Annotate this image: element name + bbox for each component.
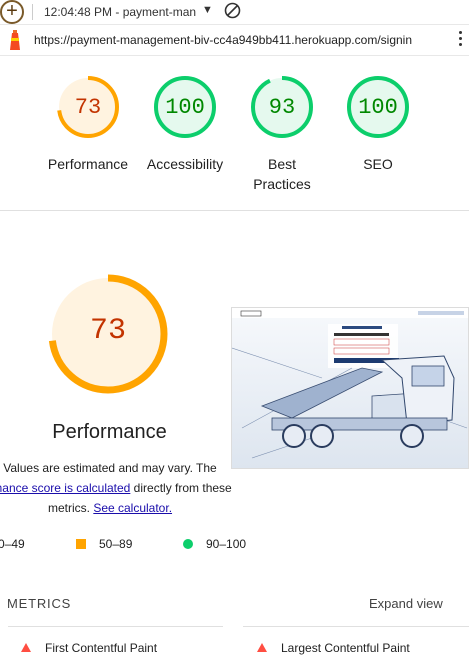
gauge-score: 93 — [268, 95, 296, 120]
url-bar: https://payment-management-biv-cc4a949bb… — [0, 26, 469, 56]
report-tab-title[interactable]: 12:04:48 PM - payment-mana — [44, 5, 196, 19]
gauge-accessibility[interactable]: 100 Accessibility — [135, 74, 235, 174]
legend-fail: 0–49 — [0, 537, 25, 551]
gauge-seo[interactable]: 100 SEO — [328, 74, 428, 174]
plus-icon[interactable]: + — [0, 0, 24, 24]
gauge-label-line: Practices — [253, 176, 311, 192]
expand-view-button[interactable]: Expand view — [369, 596, 443, 611]
final-screenshot[interactable] — [231, 307, 469, 469]
score-legend: 0–49 50–89 90–100 — [0, 537, 469, 553]
gauge-score: 73 — [74, 95, 102, 120]
gauge-label: SEO — [363, 156, 393, 172]
note-text: Values are estimated and may vary. The — [3, 461, 217, 475]
metric-largest-contentful-paint[interactable]: Largest Contentful Paint — [281, 641, 410, 655]
metric-divider — [8, 626, 223, 627]
note-text: metrics. — [47, 501, 90, 515]
note-text: directly from these — [130, 481, 232, 495]
see-calculator-link[interactable]: See calculator. — [93, 501, 172, 515]
score-calculated-link[interactable]: rmance score is calculated — [0, 481, 130, 495]
metric-divider — [243, 626, 469, 627]
toolbar: + 12:04:48 PM - payment-mana ▼ — [0, 0, 469, 25]
gauge-score: 100 — [165, 95, 205, 120]
section-divider — [0, 210, 469, 211]
gauge-performance[interactable]: 73 Performance — [38, 74, 138, 174]
truck-screenshot-image — [232, 308, 468, 459]
metrics-header: METRICS — [7, 596, 72, 611]
page-url[interactable]: https://payment-management-biv-cc4a949bb… — [34, 33, 412, 47]
gauge-best-practices[interactable]: 93 Best Practices — [232, 74, 332, 194]
performance-title: Performance — [52, 421, 167, 443]
legend-average: 50–89 — [99, 537, 133, 551]
average-square-icon — [76, 539, 86, 549]
caret-down-icon[interactable]: ▼ — [202, 4, 213, 16]
pass-circle-icon — [183, 539, 193, 549]
triangle-icon — [257, 643, 267, 652]
gauge-label-line: Best — [267, 156, 296, 172]
gauge-label: Best Practices — [232, 154, 332, 194]
separator — [32, 4, 33, 20]
performance-note: Values are estimated and may vary. The r… — [0, 458, 250, 518]
triangle-icon — [21, 643, 31, 652]
legend-pass: 90–100 — [206, 537, 247, 551]
block-icon[interactable] — [224, 2, 241, 19]
kebab-menu-icon[interactable] — [456, 31, 464, 49]
gauge-label: Performance — [47, 156, 129, 172]
gauge-score: 100 — [358, 95, 398, 120]
metric-first-contentful-paint[interactable]: First Contentful Paint — [45, 641, 157, 655]
lighthouse-icon — [10, 30, 20, 50]
performance-score: 73 — [89, 314, 126, 348]
category-gauges: 73 Performance 100 Accessibility 93 Best… — [0, 74, 469, 194]
gauge-label: Accessibility — [146, 156, 224, 172]
